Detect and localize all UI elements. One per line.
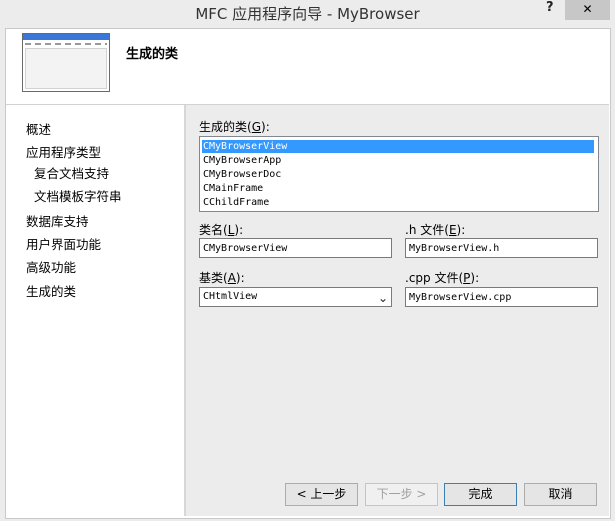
prev-button[interactable]: < 上一步 — [285, 483, 358, 506]
thumbnail-body — [25, 48, 107, 89]
nav-item-doc-template-strings[interactable]: 文档模板字符串 — [34, 186, 122, 205]
base-class-label: 基类(A): — [199, 271, 245, 285]
list-item[interactable]: CMyBrowserApp — [202, 154, 281, 167]
cpp-file-field[interactable]: MyBrowserView.cpp — [405, 287, 598, 307]
wizard-thumbnail-image — [22, 33, 110, 92]
base-class-value: CHtmlView — [203, 291, 258, 302]
list-item[interactable]: CMainFrame — [202, 182, 263, 195]
thumbnail-menubar — [25, 43, 107, 45]
generated-classes-list[interactable]: CMyBrowserView CMyBrowserApp CMyBrowserD… — [199, 136, 599, 212]
list-item[interactable]: CMyBrowserDoc — [202, 168, 281, 181]
class-name-field[interactable]: CMyBrowserView — [199, 238, 392, 258]
list-item[interactable]: CMyBrowserView — [202, 140, 594, 153]
base-class-dropdown[interactable]: CHtmlView ⌄ — [199, 287, 392, 307]
nav-item-advanced-features[interactable]: 高级功能 — [26, 257, 76, 276]
nav-item-generated-classes[interactable]: 生成的类 — [26, 281, 76, 300]
nav-item-overview[interactable]: 概述 — [26, 119, 51, 138]
nav-item-application-type[interactable]: 应用程序类型 — [26, 142, 101, 161]
chevron-down-icon[interactable]: ⌄ — [378, 289, 388, 307]
h-file-label: .h 文件(E): — [405, 223, 466, 237]
page-title: 生成的类 — [126, 47, 179, 62]
nav-item-database-support[interactable]: 数据库支持 — [26, 211, 89, 230]
finish-button[interactable]: 完成 — [444, 483, 517, 506]
nav-item-compound-document[interactable]: 复合文档支持 — [34, 163, 109, 182]
class-name-label: 类名(L): — [199, 223, 244, 237]
nav-item-ui-features[interactable]: 用户界面功能 — [26, 234, 101, 253]
window-title: MFC 应用程序向导 - MyBrowser — [195, 5, 420, 23]
help-button[interactable]: ? — [546, 0, 554, 15]
close-button[interactable]: ✕ — [565, 0, 610, 20]
thumbnail-titlebar — [23, 34, 109, 40]
next-button[interactable]: 下一步 > — [365, 483, 438, 506]
cpp-file-label: .cpp 文件(P): — [405, 271, 480, 285]
title-bar: MFC 应用程序向导 - MyBrowser ? ✕ — [0, 0, 615, 28]
cancel-button[interactable]: 取消 — [524, 483, 597, 506]
h-file-field[interactable]: MyBrowserView.h — [405, 238, 598, 258]
list-item[interactable]: CChildFrame — [202, 196, 269, 209]
generated-classes-label: 生成的类(G): — [199, 120, 270, 134]
header-banner: 生成的类 — [6, 29, 609, 104]
